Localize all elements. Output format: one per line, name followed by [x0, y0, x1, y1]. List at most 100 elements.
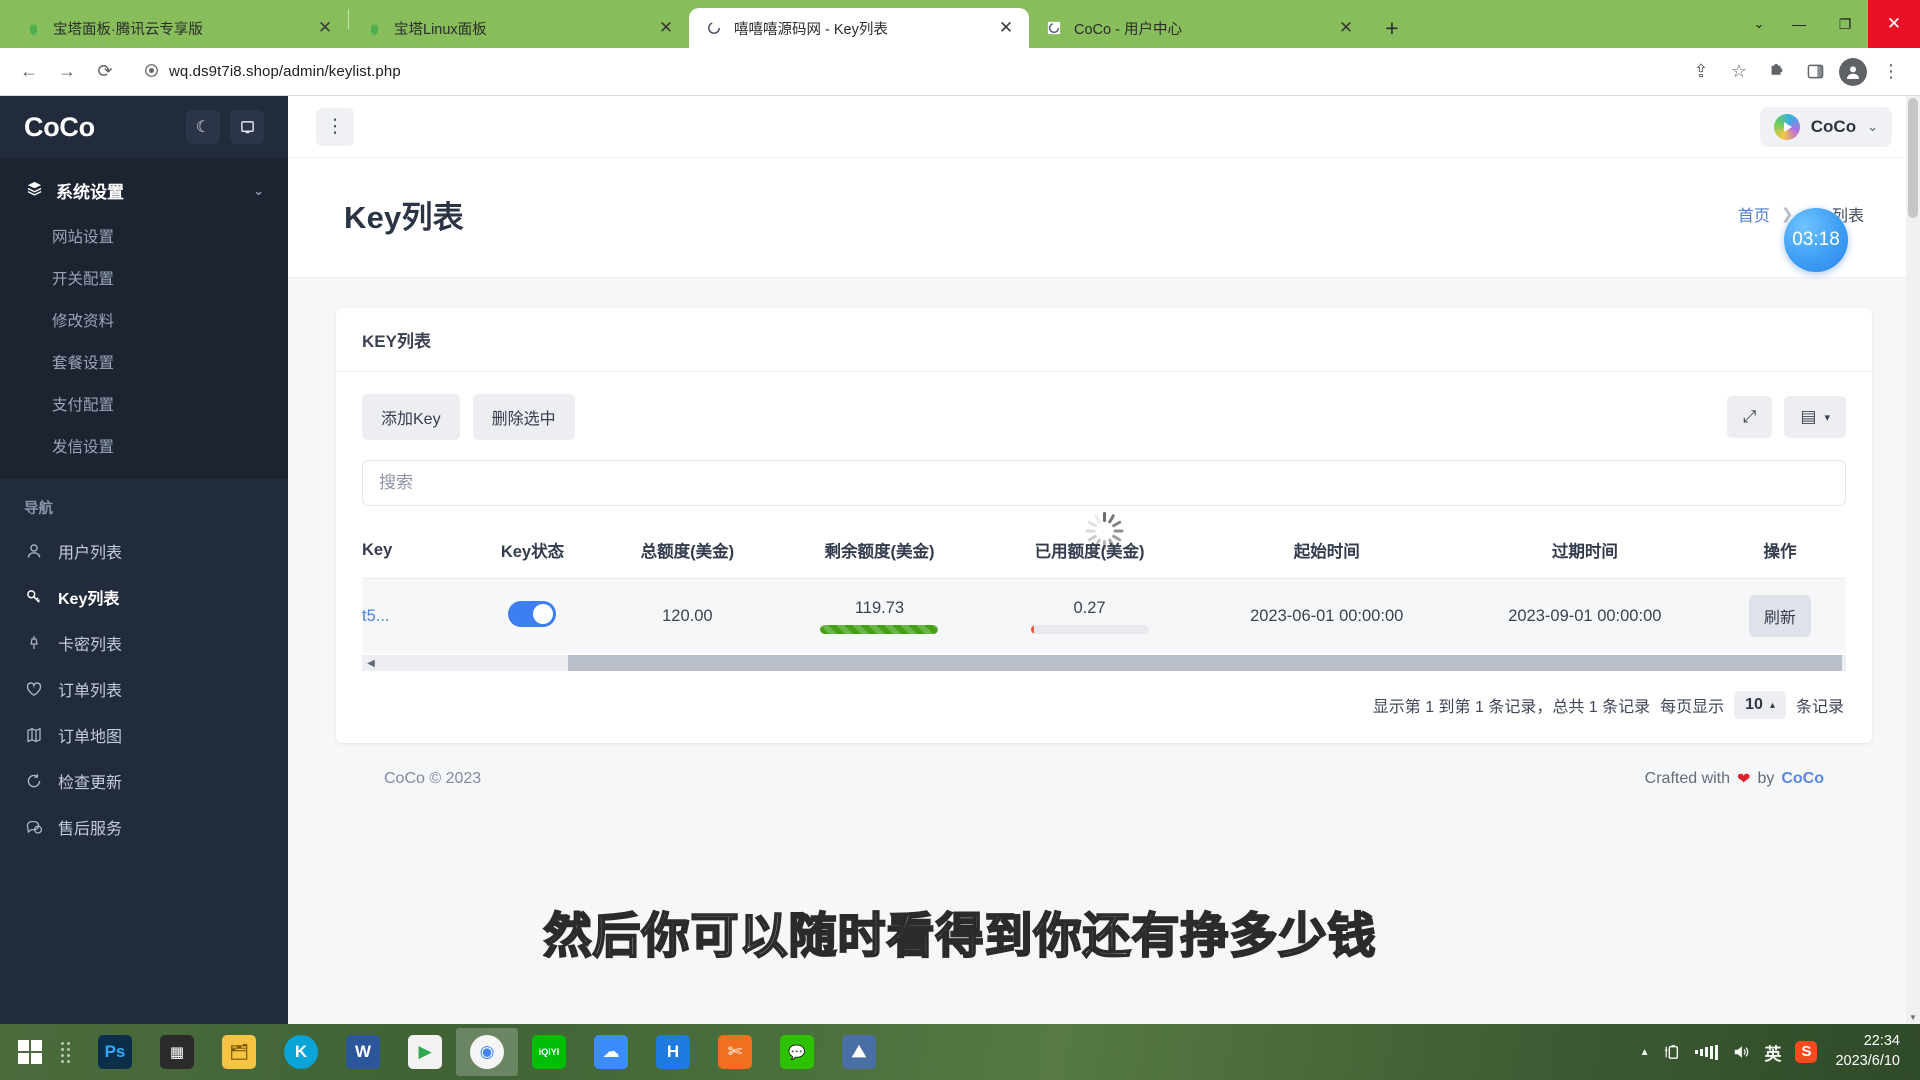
scroll-left-arrow-icon[interactable]: ◀: [362, 658, 380, 669]
sidebar-item-after-sales[interactable]: 售后服务: [0, 804, 288, 850]
sidebar-item-user-list[interactable]: 用户列表: [0, 528, 288, 574]
sidebar-group-label: 系统设置: [56, 183, 124, 202]
taskbar-app-media-player[interactable]: ▶: [394, 1028, 456, 1076]
sidebar-item-order-list[interactable]: 订单列表: [0, 666, 288, 712]
breadcrumb-home[interactable]: 首页: [1738, 202, 1770, 226]
column-expire-time[interactable]: 过期时间: [1455, 526, 1714, 579]
editor-icon: ▦: [160, 1035, 194, 1069]
chevron-down-icon: ⌄: [1867, 118, 1878, 134]
taskbar-app-screenshot[interactable]: ✄: [704, 1028, 766, 1076]
layout-icon[interactable]: [230, 110, 264, 144]
sidebar-item-package-settings[interactable]: 套餐设置: [0, 341, 288, 383]
column-key[interactable]: Key: [362, 526, 468, 579]
browser-menu-icon[interactable]: ⋮: [1874, 55, 1908, 89]
taskbar-app-word[interactable]: W: [332, 1028, 394, 1076]
signal-icon[interactable]: [1695, 1044, 1719, 1060]
scrollbar-track[interactable]: [380, 655, 1843, 671]
side-panel-icon[interactable]: [1798, 55, 1832, 89]
table-row[interactable]: t5... 120.00 119.73 0.27 2023-06-01 00:0…: [362, 578, 1846, 653]
tab-close-icon[interactable]: ✕: [312, 15, 338, 41]
sidebar-item-mail-settings[interactable]: 发信设置: [0, 425, 288, 467]
column-used-quota[interactable]: 已用额度(美金): [981, 526, 1198, 579]
window-maximize-button[interactable]: ❐: [1822, 8, 1868, 40]
refresh-row-button[interactable]: 刷新: [1748, 595, 1811, 637]
taskbar-app-kugou[interactable]: K: [270, 1028, 332, 1076]
battery-icon[interactable]: [1663, 1044, 1681, 1060]
column-start-time[interactable]: 起始时间: [1197, 526, 1456, 579]
user-menu-button[interactable]: CoCo ⌄: [1759, 106, 1892, 147]
scroll-down-arrow-icon[interactable]: ▼: [1906, 1010, 1920, 1024]
floating-timer-badge[interactable]: 03:18: [1784, 208, 1848, 272]
taskbar-app-editor[interactable]: ▦: [146, 1028, 208, 1076]
task-view-icon[interactable]: [54, 1030, 76, 1074]
window-minimize-button[interactable]: —: [1776, 8, 1822, 40]
browser-tab[interactable]: 宝塔Linux面板 ✕: [349, 8, 689, 48]
taskbar-app-photoshop[interactable]: Ps: [84, 1028, 146, 1076]
sidebar-item-check-update[interactable]: 检查更新: [0, 758, 288, 804]
site-info-icon[interactable]: [144, 63, 159, 81]
taskbar-app-wechat[interactable]: 💬: [766, 1028, 828, 1076]
page-scrollbar-thumb[interactable]: [1908, 98, 1918, 218]
new-tab-button[interactable]: +: [1375, 11, 1409, 45]
tab-close-icon[interactable]: ✕: [1333, 15, 1359, 41]
sidebar-item-card-list[interactable]: 卡密列表: [0, 620, 288, 666]
start-button[interactable]: [6, 1030, 54, 1074]
tab-close-icon[interactable]: ✕: [653, 15, 679, 41]
taskbar-app-iqiyi[interactable]: iQIYI: [518, 1028, 580, 1076]
delete-selected-button[interactable]: 删除选中: [472, 394, 575, 440]
page-scrollbar[interactable]: ▲ ▼: [1906, 96, 1920, 1024]
browser-tab-active[interactable]: 嘻嘻嘻源码网 - Key列表 ✕: [689, 8, 1029, 48]
table-header-row: Key Key状态 总额度(美金) 剩余额度(美金) 已用额度(美金) 起始时间…: [362, 526, 1846, 579]
taskbar-app-baidu-netdisk[interactable]: ☁: [580, 1028, 642, 1076]
pagination-summary: 显示第 1 到第 1 条记录，总共 1 条记录: [1372, 699, 1651, 716]
sidebar-group-header[interactable]: 系统设置 ⌄: [0, 166, 288, 215]
per-page-select[interactable]: 10 ▴: [1734, 691, 1786, 719]
tab-title: 宝塔面板·腾讯云专享版: [53, 21, 203, 38]
bookmark-star-icon[interactable]: ☆: [1722, 55, 1756, 89]
add-key-button[interactable]: 添加Key: [362, 394, 460, 440]
fullscreen-icon[interactable]: ⤢: [1726, 396, 1773, 438]
forward-icon[interactable]: →: [50, 55, 84, 89]
status-toggle[interactable]: [508, 600, 557, 627]
back-icon[interactable]: ←: [12, 55, 46, 89]
menu-toggle-button[interactable]: ⋮: [316, 107, 354, 146]
taskbar-app-gallery[interactable]: ⛰: [828, 1028, 890, 1076]
sidebar-item-key-list[interactable]: Key列表: [0, 574, 288, 620]
table-horizontal-scrollbar[interactable]: ◀ ▶: [362, 655, 1846, 671]
share-icon[interactable]: ⇪: [1684, 55, 1718, 89]
table-toolbar: 添加Key 删除选中 ⤢ ▤ ▾: [362, 394, 1846, 440]
browser-tab[interactable]: CoCo - 用户中心 ✕: [1029, 8, 1369, 48]
window-close-button[interactable]: ✕: [1868, 0, 1920, 48]
column-remaining-quota[interactable]: 剩余额度(美金): [777, 526, 982, 579]
extensions-icon[interactable]: [1760, 55, 1794, 89]
moon-icon[interactable]: ☾: [186, 110, 220, 144]
column-key-status[interactable]: Key状态: [467, 526, 598, 579]
taskbar-app-chrome[interactable]: ◉: [456, 1028, 518, 1076]
sidebar-item-payment-config[interactable]: 支付配置: [0, 383, 288, 425]
taskbar-app-huorong[interactable]: H: [642, 1028, 704, 1076]
profile-avatar-icon[interactable]: [1836, 55, 1870, 89]
address-bar[interactable]: wq.ds9t7i8.shop/admin/keylist.php: [134, 55, 1672, 88]
huorong-icon: H: [656, 1035, 690, 1069]
footer-author-link[interactable]: CoCo: [1781, 770, 1824, 788]
chevron-down-icon: ⌄: [253, 182, 264, 198]
column-total-quota[interactable]: 总额度(美金): [597, 526, 778, 579]
reload-icon[interactable]: ⟳: [88, 55, 122, 89]
volume-icon[interactable]: [1732, 1044, 1750, 1060]
taskbar-clock[interactable]: 22:34 2023/6/10: [1831, 1032, 1900, 1071]
search-input[interactable]: [362, 460, 1846, 506]
taskbar-app-file-explorer[interactable]: 🗂: [208, 1028, 270, 1076]
cell-key[interactable]: t5...: [362, 578, 468, 653]
sidebar-item-switch-config[interactable]: 开关配置: [0, 257, 288, 299]
sidebar-item-order-map[interactable]: 订单地图: [0, 712, 288, 758]
ime-language-icon[interactable]: 英: [1764, 1040, 1781, 1065]
tray-expand-icon[interactable]: ▲: [1640, 1047, 1650, 1058]
columns-toggle-button[interactable]: ▤ ▾: [1784, 396, 1846, 438]
sidebar-item-website-settings[interactable]: 网站设置: [0, 215, 288, 257]
sogou-icon[interactable]: S: [1795, 1041, 1818, 1063]
tab-list-chevron-icon[interactable]: ⌄: [1742, 8, 1776, 40]
scrollbar-thumb[interactable]: [568, 655, 1843, 671]
tab-close-icon[interactable]: ✕: [993, 15, 1019, 41]
sidebar-item-edit-profile[interactable]: 修改资料: [0, 299, 288, 341]
browser-tab[interactable]: 宝塔面板·腾讯云专享版 ✕: [8, 8, 348, 48]
